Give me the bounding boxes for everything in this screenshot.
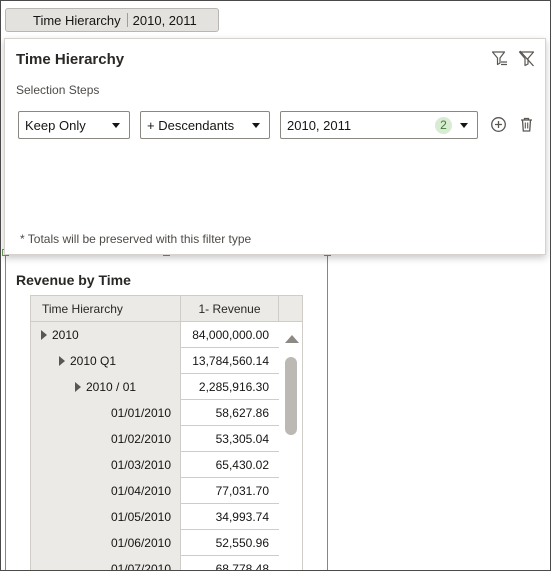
revenue-value-cell: 2,285,916.30 — [198, 380, 269, 394]
viz-title: Revenue by Time — [16, 272, 131, 288]
row-label: 01/06/2010 — [110, 536, 171, 550]
keep-only-dropdown[interactable]: Keep Only — [18, 111, 130, 139]
table-row[interactable]: 01/03/2010 65,430.02 — [31, 452, 279, 478]
row-label-cell: 01/03/2010 — [31, 452, 181, 478]
table-row[interactable]: 2010 Q1 13,784,560.14 — [31, 348, 279, 374]
expand-triangle-icon[interactable] — [41, 330, 47, 340]
row-label-cell: 2010 — [31, 322, 181, 348]
selection-steps-label: Selection Steps — [16, 83, 100, 97]
dropdown-value: Keep Only — [25, 117, 86, 133]
revenue-value-cell: 84,000,000.00 — [192, 328, 269, 342]
members-dropdown[interactable]: 2010, 2011 2 — [280, 111, 478, 139]
row-label-cell: 01/05/2010 — [31, 504, 181, 530]
table-header: Time Hierarchy 1- Revenue — [31, 296, 302, 322]
row-label: 2010 — [52, 328, 79, 342]
revenue-value-cell: 77,031.70 — [215, 484, 269, 498]
add-step-icon[interactable] — [490, 116, 507, 133]
filter-pill-name: Time Hierarchy — [33, 12, 121, 28]
filter-pill-value: 2010, 2011 — [132, 12, 197, 28]
row-label: 01/05/2010 — [110, 510, 171, 524]
table-row[interactable]: 01/02/2010 53,305.04 — [31, 426, 279, 452]
vertical-scrollbar[interactable] — [280, 322, 302, 571]
revenue-value-cell: 52,550.96 — [215, 536, 269, 550]
expand-triangle-icon[interactable] — [75, 382, 81, 392]
filter-pill-divider — [126, 13, 128, 27]
row-label: 01/03/2010 — [110, 458, 171, 472]
row-label: 01/02/2010 — [110, 432, 171, 446]
scroll-up-arrow-icon[interactable] — [285, 335, 299, 343]
table-row[interactable]: 01/06/2010 52,550.96 — [31, 530, 279, 556]
row-label: 01/07/2010 — [110, 562, 171, 571]
clear-filter-icon[interactable] — [518, 50, 535, 67]
popup-title: Time Hierarchy — [16, 51, 125, 68]
row-label-cell: 01/02/2010 — [31, 426, 181, 452]
row-label-cell: 01/07/2010 — [31, 556, 181, 571]
member-count-badge: 2 — [435, 117, 452, 134]
row-label: 2010 / 01 — [86, 380, 137, 394]
chevron-down-icon — [460, 123, 468, 128]
table-row[interactable]: 2010 / 01 2,285,916.30 — [31, 374, 279, 400]
table-row[interactable]: 01/07/2010 68,778.48 — [31, 556, 279, 571]
row-label-cell: 01/06/2010 — [31, 530, 181, 556]
expand-triangle-icon[interactable] — [59, 356, 65, 366]
column-header-time-hierarchy[interactable]: Time Hierarchy — [31, 296, 181, 322]
totals-note: * Totals will be preserved with this fil… — [20, 232, 252, 246]
row-label-cell: 01/01/2010 — [31, 400, 181, 426]
chevron-down-icon — [112, 123, 120, 128]
dropdown-value: + Descendants — [147, 117, 235, 133]
pivot-table: Time Hierarchy 1- Revenue 2010 84,000,000… — [30, 295, 303, 571]
revenue-by-time-visualization[interactable]: Revenue by Time Time Hierarchy 1- Revenu… — [2, 249, 331, 571]
filter-popup: Time Hierarchy Selection Steps Keep Only… — [4, 38, 546, 255]
dropdown-value: 2010, 2011 — [287, 117, 352, 133]
row-label-cell: 2010 Q1 — [31, 348, 181, 374]
revenue-value-cell: 53,305.04 — [215, 432, 269, 446]
table-body: 2010 84,000,000.00 2010 Q1 13,784,560.14 201… — [31, 322, 279, 571]
filter-options-icon[interactable] — [491, 50, 508, 67]
chevron-down-icon — [252, 123, 260, 128]
row-label: 01/04/2010 — [110, 484, 171, 498]
revenue-value-cell: 68,778.48 — [215, 562, 269, 571]
column-header-revenue[interactable]: 1- Revenue — [181, 296, 279, 322]
revenue-value-cell: 58,627.86 — [215, 406, 269, 420]
revenue-value-cell: 34,993.74 — [215, 510, 269, 524]
revenue-value-cell: 65,430.02 — [215, 458, 269, 472]
revenue-value-cell: 13,784,560.14 — [192, 354, 269, 368]
row-label: 2010 Q1 — [70, 354, 117, 368]
scrollbar-thumb[interactable] — [285, 357, 297, 435]
table-row[interactable]: 01/01/2010 58,627.86 — [31, 400, 279, 426]
time-hierarchy-filter-pill[interactable]: Time Hierarchy 2010, 2011 — [5, 8, 219, 32]
row-label: 01/01/2010 — [110, 406, 171, 420]
table-row[interactable]: 01/04/2010 77,031.70 — [31, 478, 279, 504]
delete-step-icon[interactable] — [518, 116, 535, 133]
descendants-dropdown[interactable]: + Descendants — [140, 111, 270, 139]
row-label-cell: 01/04/2010 — [31, 478, 181, 504]
table-row[interactable]: 2010 84,000,000.00 — [31, 322, 279, 348]
row-label-cell: 2010 / 01 — [31, 374, 181, 400]
table-row[interactable]: 01/05/2010 34,993.74 — [31, 504, 279, 530]
